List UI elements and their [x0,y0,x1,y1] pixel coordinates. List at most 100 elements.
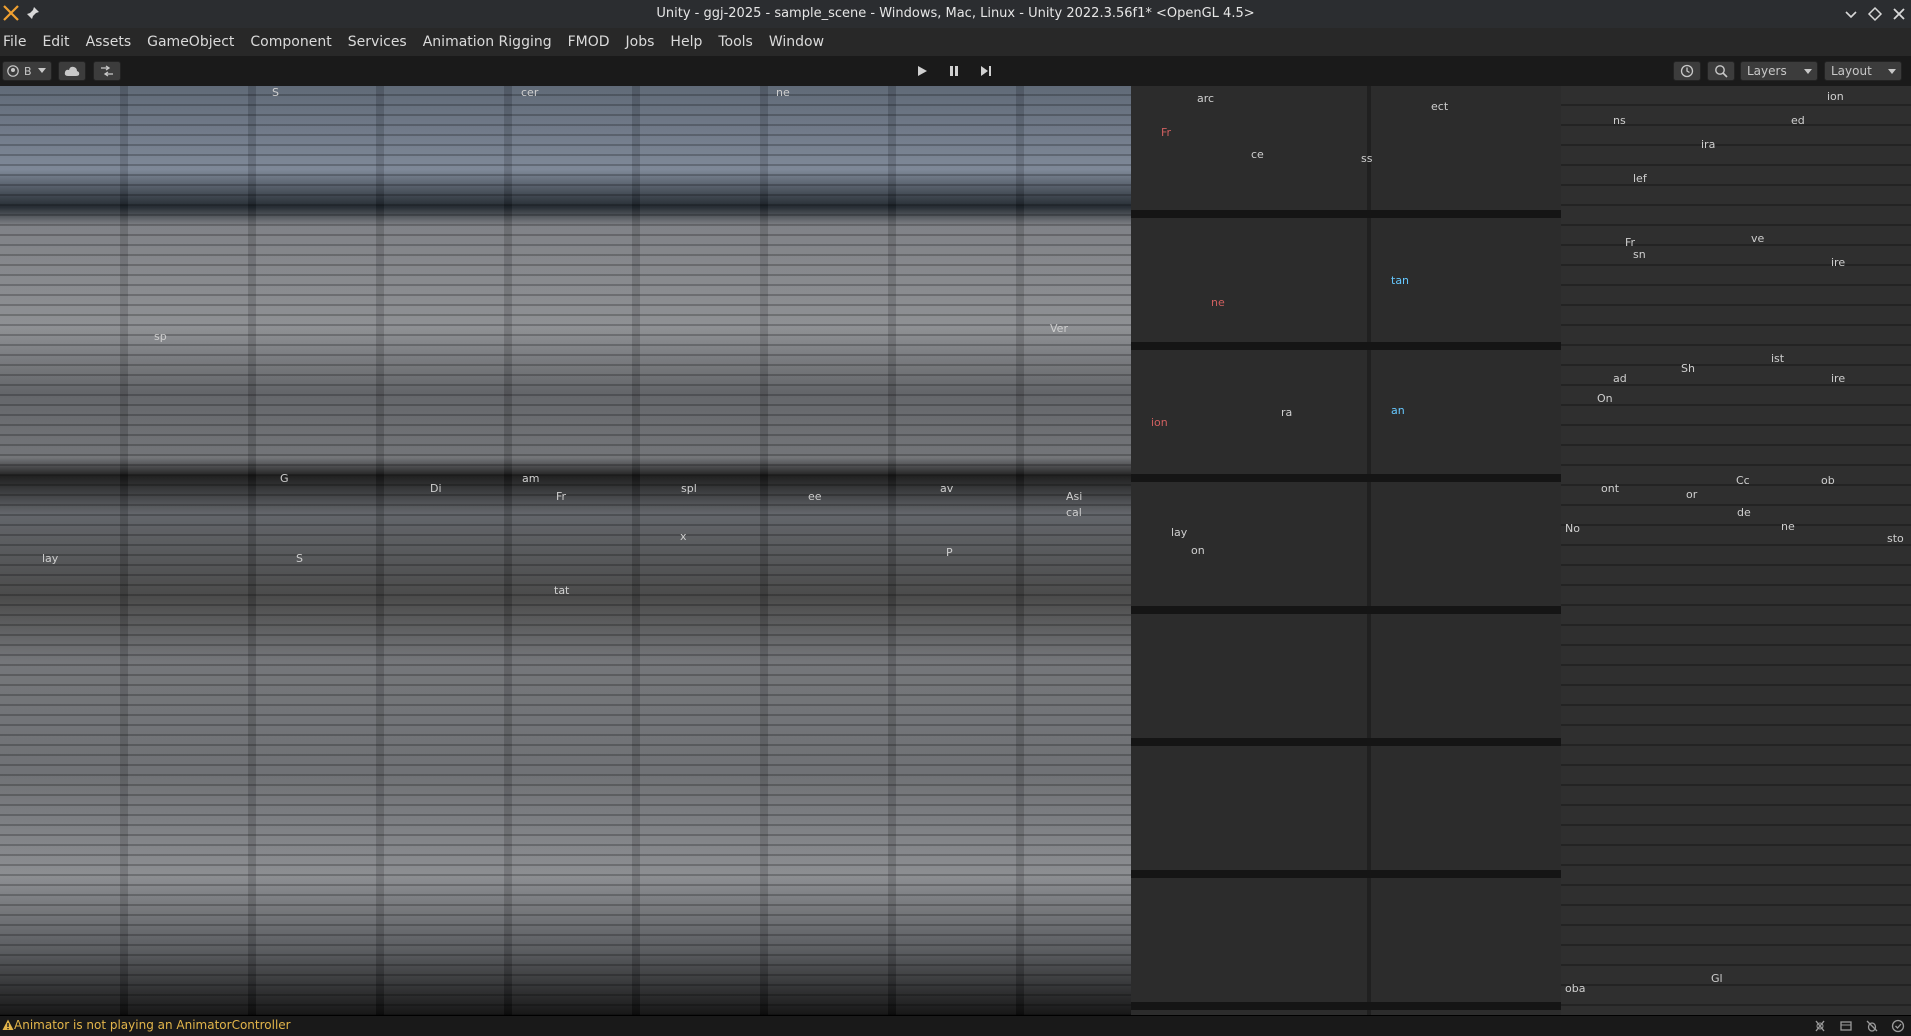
menu-services[interactable]: Services [340,28,415,56]
status-message[interactable]: Animator is not playing an AnimatorContr… [14,1018,291,1032]
scene-fragment: P [946,546,953,559]
scene-fragment: x [680,530,687,543]
animator-fragment: arc [1197,92,1215,105]
inspector-fragment: or [1686,488,1698,501]
chevron-down-icon [37,68,46,73]
animator-fragment: tan [1391,274,1410,287]
animator-fragment: ect [1431,100,1449,113]
inspector-fragment: No [1565,522,1580,535]
collab-icon [101,65,113,77]
scene-fragment: Fr [556,490,567,503]
inspector-fragment: ira [1701,138,1716,151]
inspector-panel[interactable]: ion ns ira ed lef ve ire Fr sn ist ire S… [1561,86,1911,1015]
inspector-fragment: lef [1633,172,1647,185]
scene-fragment: Di [430,482,442,495]
status-bar: Animator is not playing an AnimatorContr… [0,1015,1911,1036]
main-toolbar: B Layers Layout [0,56,1911,87]
inspector-fragment: ist [1771,352,1785,365]
inspector-fragment: ire [1831,256,1846,269]
inspector-fragment: ont [1601,482,1620,495]
search-icon [1715,65,1728,78]
scene-fragment: S [296,552,303,565]
account-dropdown[interactable]: B [2,61,52,81]
animator-fragment: on [1191,544,1205,557]
title-bar: Unity - ggj-2025 - sample_scene - Window… [0,0,1911,29]
inspector-fragment: sn [1633,248,1646,261]
bake-icon[interactable] [1839,1019,1853,1033]
inspector-fragment: de [1737,506,1751,519]
animator-fragment: Fr [1161,126,1172,139]
animator-panel[interactable]: arc ect Fr ce tan ne ra ion an lay on ss [1131,86,1561,1015]
close-icon[interactable] [1891,6,1907,22]
scene-fragment: cer [521,86,539,99]
search-button[interactable] [1707,61,1735,81]
maximize-icon[interactable] [1867,6,1883,22]
scene-fragment: ee [808,490,822,503]
account-icon [7,65,19,77]
inspector-fragment: Cc [1736,474,1750,487]
history-button[interactable] [1673,61,1701,81]
inspector-fragment: sto [1887,532,1904,545]
cloud-icon [64,66,80,76]
inspector-fragment: ne [1781,520,1795,533]
menu-assets[interactable]: Assets [78,28,140,56]
scene-fragment: G [280,472,289,485]
pause-icon [950,66,958,76]
scene-fragment: lay [42,552,59,565]
animator-fragment: ra [1281,406,1293,419]
animator-fragment: ss [1361,152,1373,165]
editor-workspace: S cer ne G am Di Fr spl ee av Asi cal la… [0,86,1911,1015]
inspector-fragment: ire [1831,372,1846,385]
cloud-button[interactable] [58,61,86,81]
collab-button[interactable] [93,61,121,81]
scene-fragment: sp [154,330,167,343]
menu-edit[interactable]: Edit [34,28,77,56]
scene-fragment: am [522,472,540,485]
chevron-down-icon [1804,69,1812,74]
inspector-fragment: ad [1613,372,1627,385]
pause-button[interactable] [939,59,969,83]
step-button[interactable] [971,59,1001,83]
warning-icon [2,1019,14,1030]
progress-icon[interactable] [1891,1019,1905,1033]
menu-window[interactable]: Window [761,28,832,56]
minimize-icon[interactable] [1843,6,1859,22]
scene-fragment: ne [776,86,790,99]
animator-fragment: ne [1211,296,1225,309]
play-icon [918,66,927,76]
debug-icon[interactable] [1865,1019,1879,1033]
step-icon [981,66,991,76]
inspector-fragment: Gl [1711,972,1723,985]
inspector-fragment: ve [1751,232,1765,245]
layout-label: Layout [1831,64,1872,78]
inspector-fragment: On [1597,392,1613,405]
menu-jobs[interactable]: Jobs [618,28,663,56]
inspector-fragment: ed [1791,114,1805,127]
menu-fmod[interactable]: FMOD [560,28,618,56]
scene-fragment: S [272,86,279,99]
menu-bar: File Edit Assets GameObject Component Se… [0,28,1911,56]
menu-component[interactable]: Component [242,28,339,56]
menu-help[interactable]: Help [662,28,710,56]
animator-fragment: ce [1251,148,1264,161]
chevron-down-icon [1888,69,1896,74]
menu-tools[interactable]: Tools [710,28,761,56]
inspector-fragment: Sh [1681,362,1695,375]
play-button[interactable] [907,59,937,83]
inspector-fragment: ob [1821,474,1835,487]
menu-gameobject[interactable]: GameObject [139,28,242,56]
layout-dropdown[interactable]: Layout [1824,61,1902,81]
menu-file[interactable]: File [0,28,34,56]
scene-view[interactable]: S cer ne G am Di Fr spl ee av Asi cal la… [0,86,1131,1015]
inspector-fragment: ion [1827,90,1844,103]
auto-generate-lighting-icon[interactable] [1813,1019,1827,1033]
layers-dropdown[interactable]: Layers [1740,61,1818,81]
animator-fragment: ion [1151,416,1168,429]
scene-fragment: Ver [1050,322,1068,335]
menu-animation-rigging[interactable]: Animation Rigging [415,28,560,56]
scene-fragment: Asi [1066,490,1083,503]
animator-fragment: lay [1171,526,1188,539]
scene-fragment: cal [1066,506,1082,519]
inspector-fragment: ns [1613,114,1626,127]
inspector-fragment: oba [1565,982,1586,995]
